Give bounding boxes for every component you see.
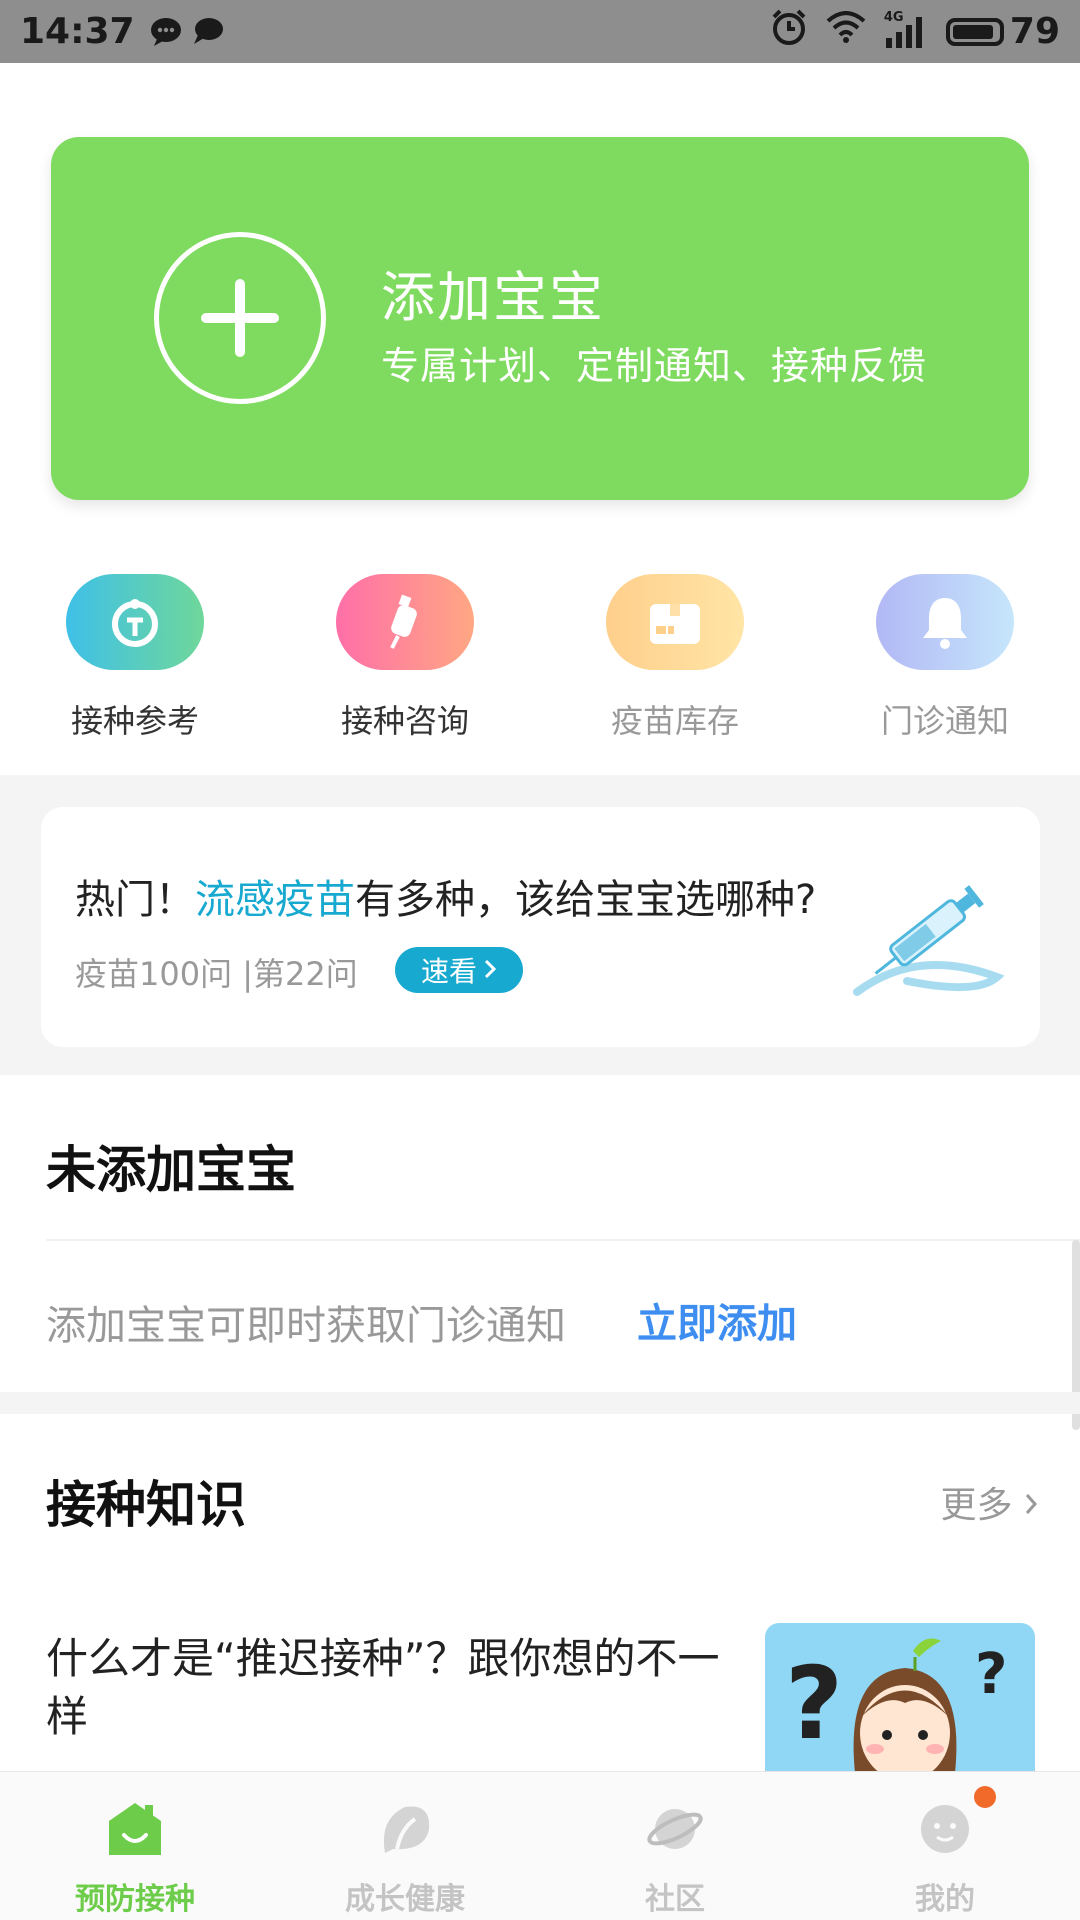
chat-bubble-icon [149,17,183,47]
more-label: 更多 [940,1485,1013,1526]
chevron-right-icon [483,954,497,987]
status-right-group: 4G 79 [770,8,1060,55]
box-icon [606,574,744,670]
quick-view-label: 速看 [420,955,477,988]
quick-action-vaccination-reference[interactable]: 接种参考 [0,574,270,742]
divider [46,1239,1080,1241]
message-icon [191,17,225,47]
notification-badge [974,1786,996,1808]
no-baby-hint: 添加宝宝可即时获取门诊通知 [46,1303,566,1349]
tab-label: 我的 [915,1882,975,1917]
promo-prefix: 热门！ [75,877,195,923]
quick-action-clinic-notice[interactable]: 门诊通知 [810,574,1080,742]
add-baby-card[interactable]: 添加宝宝 专属计划、定制通知、接种反馈 [51,137,1029,500]
quick-view-button[interactable]: 速看 [395,947,523,993]
tab-vaccination[interactable]: 预防接种 [0,1772,270,1920]
more-link[interactable]: 更多 [941,1476,1038,1528]
quick-action-vaccine-stock[interactable]: 疫苗库存 [540,574,810,742]
svg-text:?: ? [975,1642,1007,1707]
bottom-tab-bar: 预防接种 成长健康 社区 我的 [0,1771,1080,1920]
battery-level: 79 [1009,11,1060,52]
quick-action-label: 门诊通知 [880,702,1009,740]
quick-action-label: 疫苗库存 [610,702,739,740]
status-time: 14:37 [20,11,135,52]
svg-text:?: ? [785,1645,843,1762]
add-baby-subtitle: 专属计划、定制通知、接种反馈 [381,344,928,388]
promo-title: 热门！流感疫苗有多种，该给宝宝选哪种? [75,867,816,925]
section-separator [0,1392,1080,1414]
profile-icon [914,1798,976,1860]
status-bar: 14:37 4G 79 [0,0,1080,63]
tab-label: 成长健康 [345,1882,465,1917]
bell-icon [876,574,1014,670]
tab-community[interactable]: 社区 [540,1772,810,1920]
wifi-icon [826,11,866,52]
add-now-link[interactable]: 立即添加 [637,1291,797,1349]
leaf-icon [374,1798,436,1860]
tab-growth-health[interactable]: 成长健康 [270,1772,540,1920]
vaccination-reference-icon [66,574,204,670]
promo-meta: 疫苗100问 |第22问 [75,955,358,993]
promo-suffix: 有多种，该给宝宝选哪种? [355,877,817,923]
syringe-illustration-icon [847,877,1007,1001]
tab-label: 社区 [645,1882,705,1917]
quick-action-consultation[interactable]: 接种咨询 [270,574,540,742]
syringe-icon [336,574,474,670]
promo-banner[interactable]: 热门！流感疫苗有多种，该给宝宝选哪种? 疫苗100问 |第22问 速看 [41,807,1040,1047]
promo-highlight: 流感疫苗 [195,877,355,923]
add-plus-icon [154,232,326,404]
quick-action-label: 接种咨询 [340,702,469,740]
no-baby-title: 未添加宝宝 [46,1141,296,1199]
cellular-signal-icon: 4G [884,10,928,50]
tab-profile[interactable]: 我的 [810,1772,1080,1920]
article-thumbnail[interactable]: ? ? [765,1623,1035,1773]
quick-action-label: 接种参考 [70,702,199,740]
planet-icon [644,1798,706,1860]
home-icon [104,1798,166,1860]
knowledge-title: 接种知识 [46,1476,246,1534]
battery-icon [945,17,1004,46]
tab-label: 预防接种 [75,1882,195,1917]
add-baby-title: 添加宝宝 [381,266,605,329]
article-title[interactable]: 什么才是“推迟接种”？跟你想的不一样 [46,1630,736,1746]
chevron-right-icon [1024,1485,1038,1526]
alarm-icon [770,8,808,55]
